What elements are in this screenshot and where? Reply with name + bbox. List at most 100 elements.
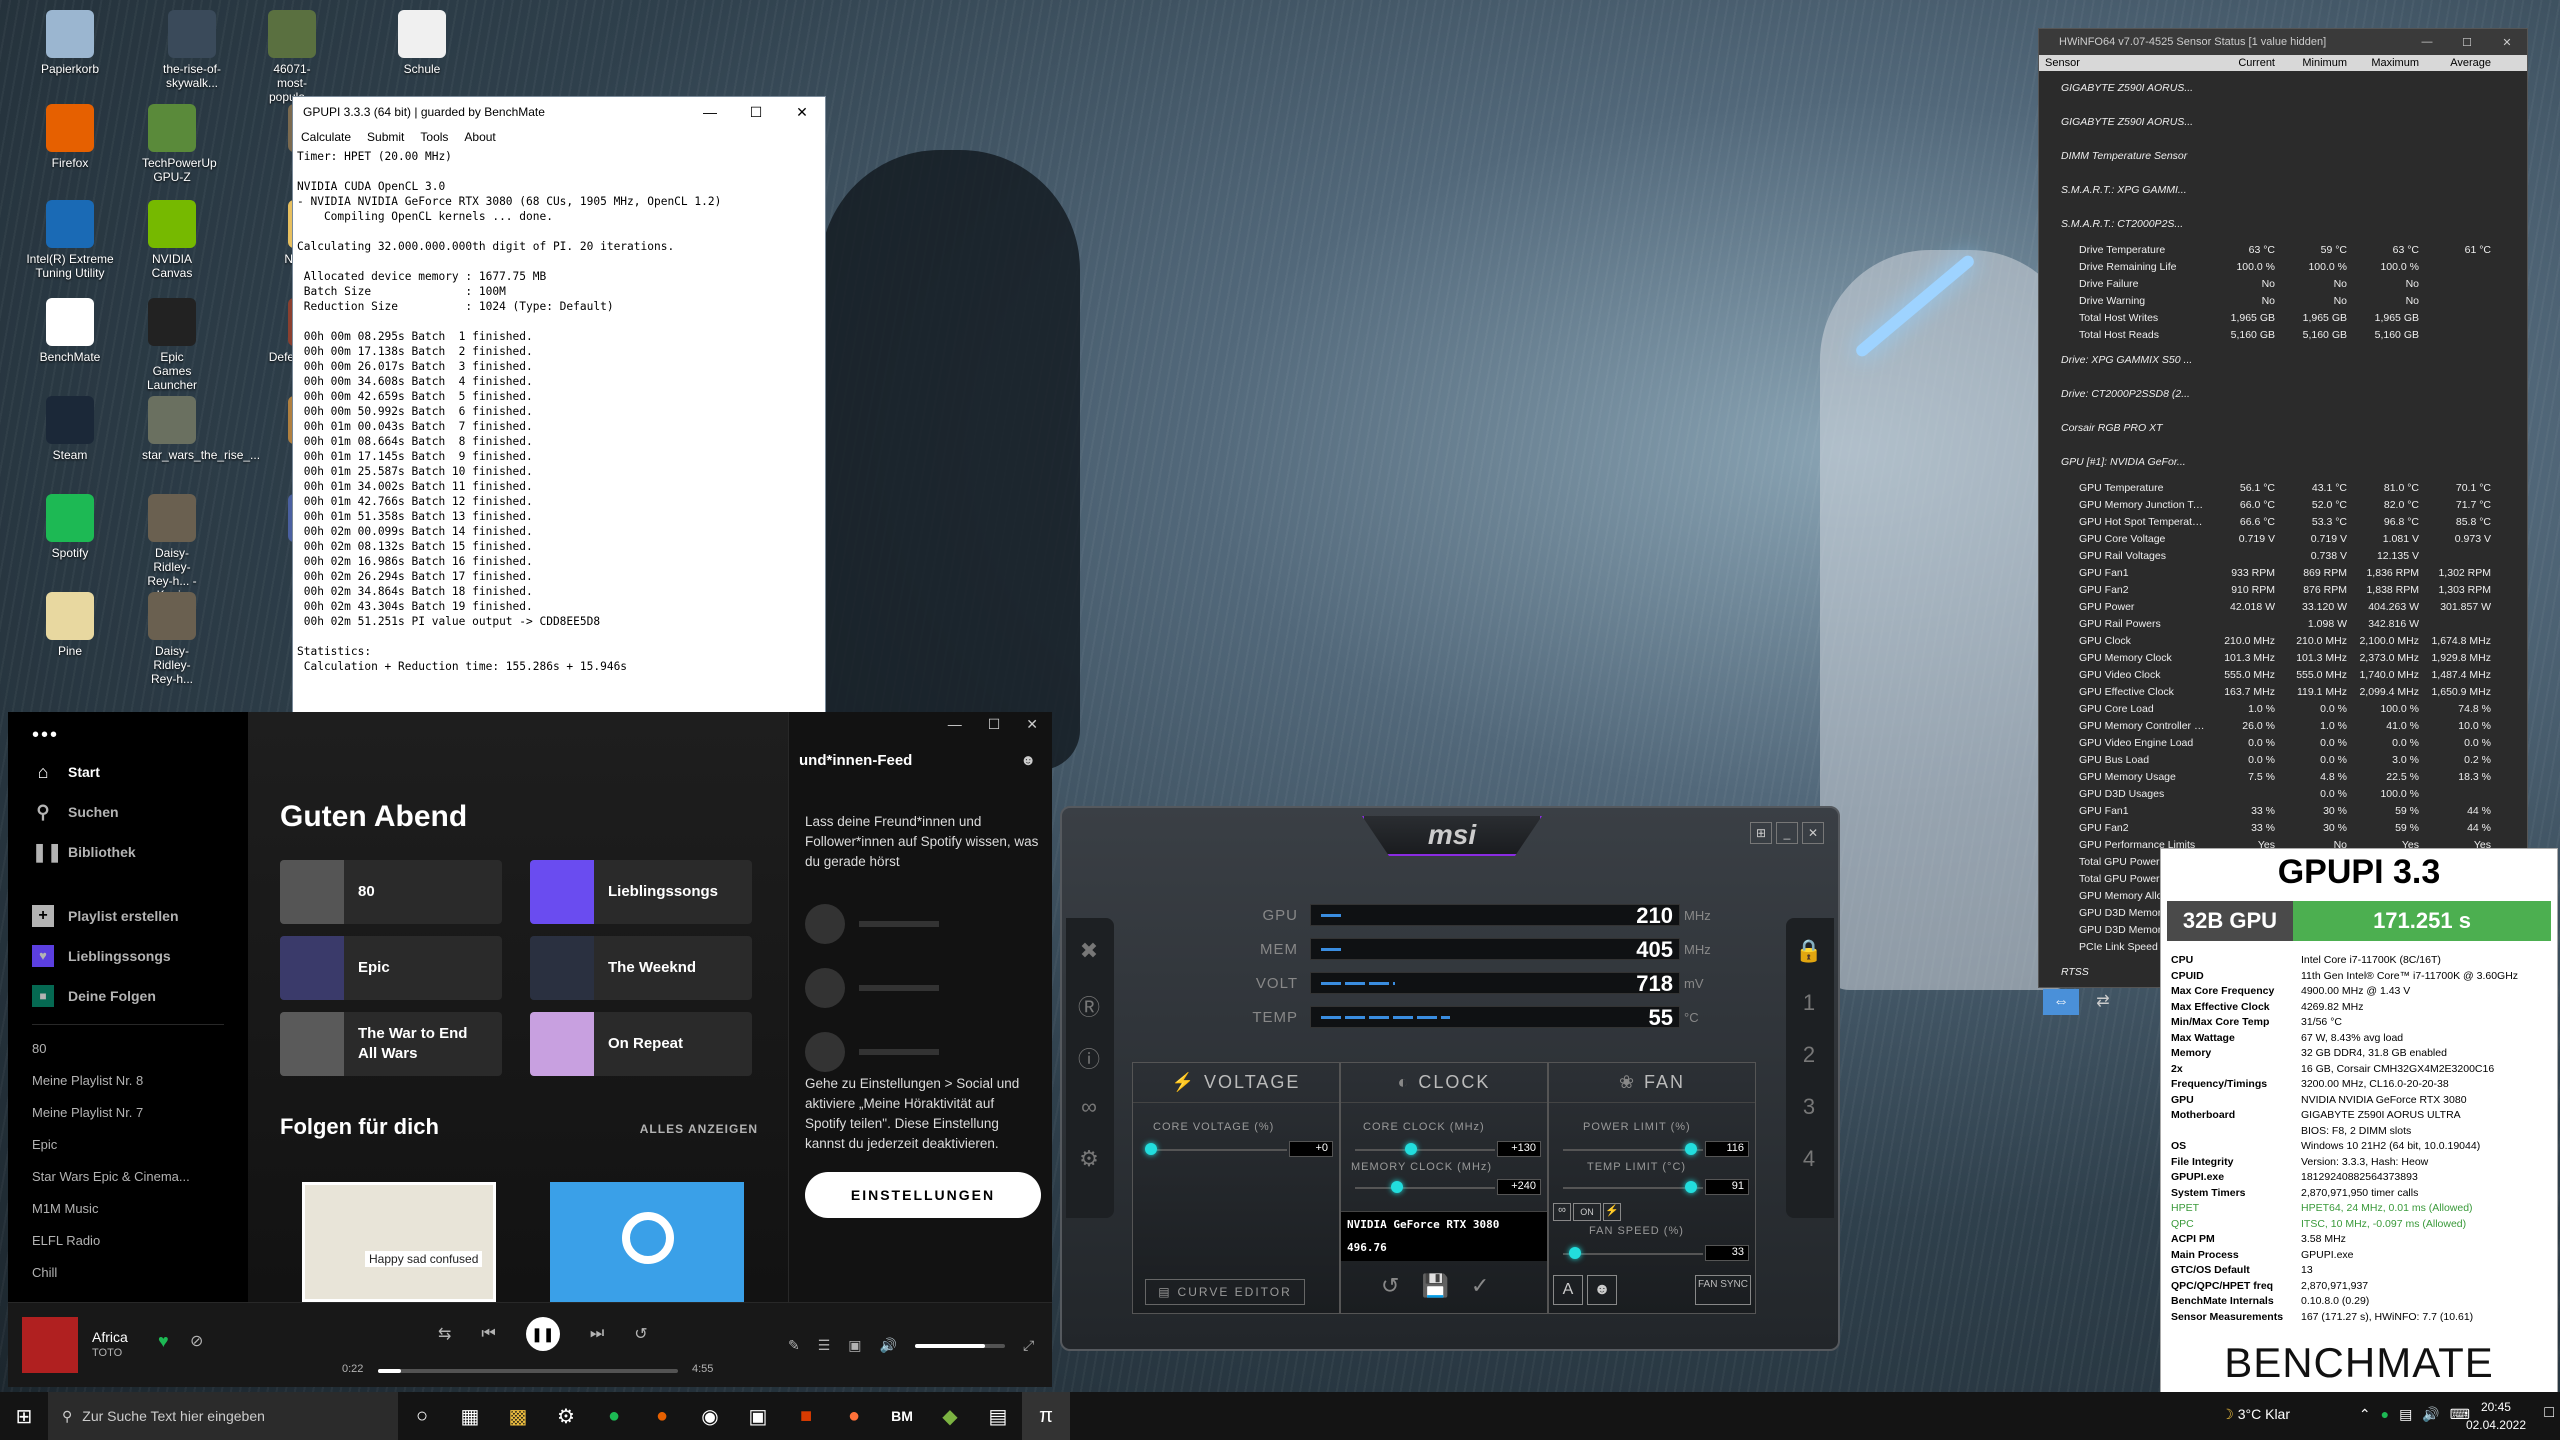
on-toggle[interactable]: ON [1573,1203,1601,1221]
core-clock-value[interactable]: +130 [1497,1141,1541,1157]
col-average[interactable]: Average [2423,57,2495,69]
shortcut-tile[interactable]: Epic [280,936,502,1000]
temp-limit-value[interactable]: 91 [1705,1179,1749,1195]
power-limit-knob[interactable] [1685,1143,1697,1155]
k-boost-icon[interactable]: Ⓡ [1072,990,1106,1022]
sensor-group[interactable]: S.M.A.R.T.: XPG GAMMI... [2039,173,2527,207]
sensor-row[interactable]: Total Host Reads 5,160 GB 5,160 GB 5,160 GB [2039,326,2527,343]
apply-icon[interactable]: ✓ [1471,1273,1489,1299]
shortcut-tile[interactable]: 80 [280,860,502,924]
maximize-icon[interactable]: ☐ [988,712,1001,736]
col-maximum[interactable]: Maximum [2351,57,2423,69]
sensor-group[interactable]: GPU [#1]: NVIDIA GeFor... [2039,445,2527,479]
sensor-row[interactable]: Drive Warning No No No [2039,292,2527,309]
sensor-row[interactable]: GPU Fan1 933 RPM 869 RPM 1,836 RPM 1,302 RPM [2039,564,2527,581]
tray-spotify-icon[interactable]: ● [2381,1406,2389,1423]
fan-speed-knob[interactable] [1569,1247,1581,1259]
mem-clock-track[interactable] [1355,1187,1495,1189]
spotify-taskbar-icon[interactable]: ● [590,1392,638,1440]
next-icon[interactable]: ⏭ [590,1325,604,1343]
volume-icon[interactable]: 🔊 [880,1337,897,1354]
menu-tools[interactable]: Tools [420,130,448,144]
gpupi-window[interactable]: GPUPI 3.3.3 (64 bit) | guarded by BenchM… [292,96,826,796]
playlist-item[interactable]: Meine Playlist Nr. 7 [8,1097,248,1129]
sensor-row[interactable]: Drive Failure No No No [2039,275,2527,292]
more-icon[interactable]: ••• [8,712,248,752]
mem-clock-knob[interactable] [1391,1181,1403,1193]
sensor-row[interactable]: GPU Effective Clock 163.7 MHz 119.1 MHz 2,0… [2039,683,2527,700]
windows-start-icon[interactable]: ⊞ [0,1392,48,1440]
task-view-icon[interactable]: ▦ [446,1392,494,1440]
block-icon[interactable]: ⊘ [190,1331,203,1351]
desktop-icon[interactable]: Epic Games Launcher [142,298,202,392]
office-taskbar-icon[interactable]: ■ [782,1392,830,1440]
desktop-icon[interactable]: BenchMate [20,298,120,364]
track-artist[interactable]: TOTO [92,1347,122,1359]
album-art[interactable] [22,1317,78,1373]
sensor-row[interactable]: GPU Memory Junction Te... 66.0 °C 52.0 °C 8… [2039,496,2527,513]
tray-volume-icon[interactable]: 🔊 [2422,1406,2439,1423]
sensor-group[interactable]: S.M.A.R.T.: CT2000P2S... [2039,207,2527,241]
nav-library[interactable]: ❚❚ Bibliothek [8,832,248,872]
desktop-icon[interactable]: Pine [20,592,120,658]
shuffle-icon[interactable]: ⇆ [438,1324,451,1344]
gpupi-titlebar[interactable]: GPUPI 3.3.3 (64 bit) | guarded by BenchM… [293,97,825,127]
progress-track[interactable] [378,1369,678,1373]
sensor-group[interactable]: Drive: XPG GAMMIX S50 ... [2039,343,2527,377]
explorer-icon[interactable]: ▩ [494,1392,542,1440]
fan-speed-track[interactable] [1563,1253,1703,1255]
menu-calculate[interactable]: Calculate [301,130,351,144]
sensor-row[interactable]: GPU Temperature 56.1 °C 43.1 °C 81.0 °C 70.1… [2039,479,2527,496]
core-voltage-knob[interactable] [1145,1143,1157,1155]
sensor-row[interactable]: GPU Power 42.018 W 33.120 W 404.263 W 301.85… [2039,598,2527,615]
minimize-icon[interactable]: — [948,712,962,736]
desktop-icon[interactable]: Steam [20,396,120,462]
sensor-row[interactable]: GPU Video Clock 555.0 MHz 555.0 MHz 1,740.0… [2039,666,2527,683]
playlist-item[interactable]: Meine Playlist Nr. 8 [8,1065,248,1097]
playlist-item[interactable]: Star Wars Epic & Cinema... [8,1161,248,1193]
xbox-taskbar-icon[interactable]: ◆ [926,1392,974,1440]
temp-limit-knob[interactable] [1685,1181,1697,1193]
bolt-toggle-icon[interactable]: ⚡ [1603,1203,1621,1221]
arrows-icon[interactable]: ⇔ [2043,989,2079,1015]
notification-icon[interactable]: □ [2544,1404,2554,1422]
steam-taskbar-icon[interactable]: ⚙ [542,1392,590,1440]
sensor-group[interactable]: GIGABYTE Z590I AORUS... [2039,71,2527,105]
playlist-item[interactable]: ELFL Radio [8,1225,248,1257]
col-minimum[interactable]: Minimum [2279,57,2351,69]
gpuz-taskbar-icon[interactable]: ▤ [974,1392,1022,1440]
playlist-item[interactable]: M1M Music [8,1193,248,1225]
sensor-row[interactable]: GPU D3D Usages 0.0 % 100.0 % [2039,785,2527,802]
windows-icon[interactable]: ⊞ [1750,822,1772,844]
repeat-icon[interactable]: ↺ [634,1324,647,1344]
spotify-window[interactable]: ••• ⌂ Start ⚲ Suchen ❚❚ Bibliothek + Playlis… [8,712,1052,1387]
benchmate-taskbar-icon[interactable]: BM [878,1392,926,1440]
tray-chevron-icon[interactable]: ⌃ [2359,1406,2371,1423]
col-current[interactable]: Current [2207,57,2279,69]
track-title[interactable]: Africa [92,1329,128,1345]
sensor-row[interactable]: GPU Clock 210.0 MHz 210.0 MHz 2,100.0 MHz 1,… [2039,632,2527,649]
shortcut-tile[interactable]: Lieblingssongs [530,860,752,924]
shortcut-tile[interactable]: The Weeknd [530,936,752,1000]
sensor-row[interactable]: GPU Memory Controller L... 26.0 % 1.0 % 41.… [2039,717,2527,734]
minimize-icon[interactable]: — [687,104,733,120]
sensor-row[interactable]: Total Host Writes 1,965 GB 1,965 GB 1,965 G… [2039,309,2527,326]
podcast-card-2[interactable] [550,1182,744,1302]
reset-icon[interactable]: ↺ [1381,1273,1399,1299]
sensor-row[interactable]: Drive Temperature 63 °C 59 °C 63 °C 61 °C [2039,241,2527,258]
desktop-icon[interactable]: Daisy-Ridley-Rey-h... [142,592,202,686]
gpupi-taskbar-icon[interactable]: π [1022,1392,1070,1440]
sensor-row[interactable]: GPU Bus Load 0.0 % 0.0 % 3.0 % 0.2 % [2039,751,2527,768]
core-voltage-value[interactable]: +0 [1289,1141,1333,1157]
desktop-icon[interactable]: Intel(R) Extreme Tuning Utility [20,200,120,280]
temp-limit-track[interactable] [1563,1187,1703,1189]
gpupi-log[interactable]: Timer: HPET (20.00 MHz) NVIDIA CUDA Open… [293,147,825,783]
lyrics-icon[interactable]: ✎ [788,1337,800,1354]
sensor-row[interactable]: GPU Core Voltage 0.719 V 0.719 V 1.081 V 0.9… [2039,530,2527,547]
monitor-icon[interactable]: ∞ [1072,1094,1106,1120]
desktop-icon[interactable]: the-rise-of-skywalk... [142,10,242,90]
epic-taskbar-icon[interactable]: ▣ [734,1392,782,1440]
weather-widget[interactable]: ☽ 3°C Klar [2221,1406,2290,1423]
sensor-row[interactable]: GPU Video Engine Load 0.0 % 0.0 % 0.0 % 0.0 … [2039,734,2527,751]
sensor-row[interactable]: GPU Memory Usage 7.5 % 4.8 % 22.5 % 18.3 % [2039,768,2527,785]
